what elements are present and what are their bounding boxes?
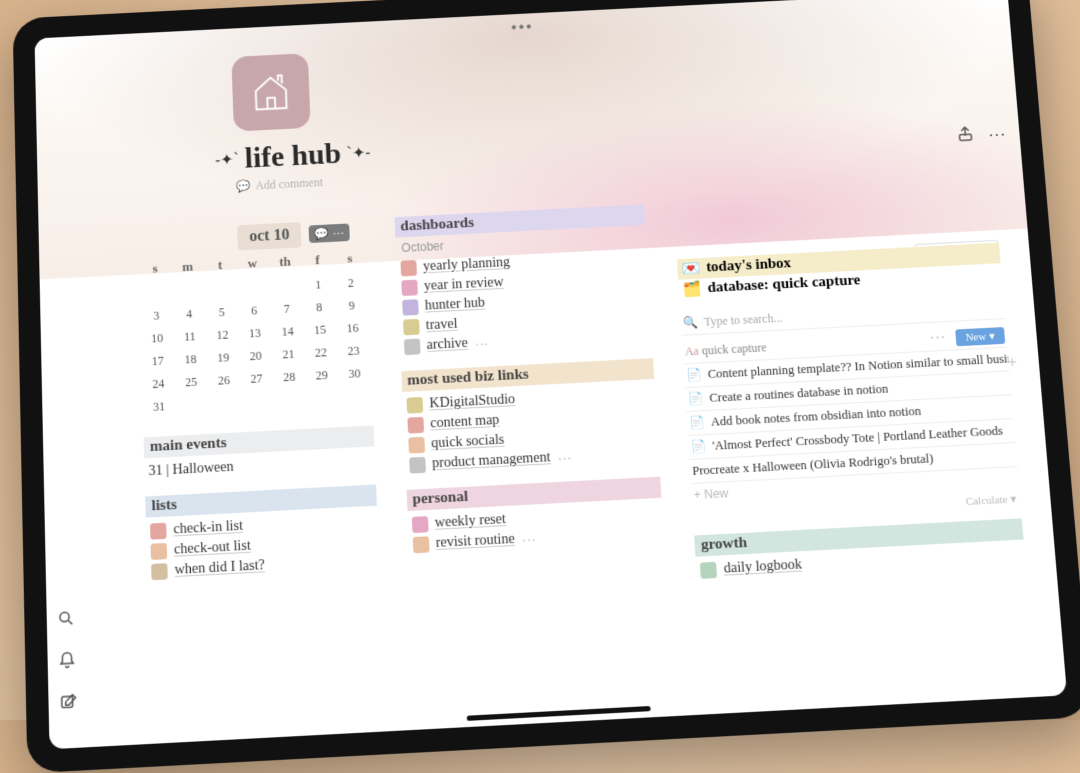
screen: ••• ··· Change cover -✦` life hub `✦- 💬 … [35, 0, 1068, 749]
page-icon: 📄 [689, 415, 706, 431]
page-icon-mini [400, 260, 417, 276]
add-column-icon[interactable]: + [1007, 354, 1018, 372]
section-lists: lists check-in list check-out list when … [145, 484, 379, 582]
sparkle-icon: -✦` [215, 150, 239, 170]
calendar: oct 10 💬 ··· s m t w th f s 12 3456789 1 [138, 219, 372, 420]
content-columns: oct 10 💬 ··· s m t w th f s 12 3456789 1 [138, 186, 1037, 743]
page-icon-mini [700, 562, 717, 579]
section-dashboards: dashboards October yearly planning year … [394, 204, 652, 357]
page-icon-mini [151, 563, 168, 580]
page-icon-mini [403, 319, 420, 336]
page-icon-mini [411, 516, 428, 533]
page-icon-mini [406, 397, 423, 414]
page-icon: 📄 [687, 391, 704, 407]
page-icon-mini [150, 523, 167, 540]
house-icon [248, 69, 295, 115]
compose-icon[interactable] [59, 693, 78, 718]
search-icon: 🔍 [683, 315, 699, 331]
page-icon-mini [403, 339, 420, 356]
page-icon-mini [412, 536, 429, 553]
sidebar-strip [57, 609, 78, 718]
search-icon[interactable] [57, 609, 76, 633]
database-icon: 🗂️ [682, 280, 702, 300]
heart-icon: 💌 [681, 259, 701, 279]
db-more-icon[interactable]: ··· [929, 329, 946, 348]
ipad-menu-dots[interactable]: ••• [511, 19, 534, 37]
page-icon[interactable] [231, 53, 310, 131]
calendar-month-badge: oct 10 [237, 222, 302, 251]
block-menu-icon[interactable]: ··· [521, 530, 542, 547]
column-middle: dashboards October yearly planning year … [394, 204, 675, 729]
new-button[interactable]: New ▾ [955, 327, 1006, 346]
page-icon-mini [151, 543, 168, 560]
section-main-events: main events 31 | Halloween [144, 425, 375, 482]
page-icon-mini [402, 299, 419, 316]
more-icon[interactable]: ··· [987, 124, 1006, 145]
notifications-icon[interactable] [58, 651, 77, 676]
page-icon: 📄 [690, 439, 707, 455]
page-icon-mini [409, 457, 426, 474]
block-menu-icon[interactable]: ··· [474, 335, 495, 352]
column-right: 💌 today's inbox 🗂️ database: quick captu… [674, 186, 1037, 714]
sparkle-icon: `✦- [346, 143, 371, 163]
comment-icon: 💬 [235, 179, 250, 194]
page-title[interactable]: life hub [244, 138, 341, 176]
column-left: oct 10 💬 ··· s m t w th f s 12 3456789 1 [138, 219, 386, 744]
block-menu-icon[interactable]: ··· [557, 449, 578, 466]
db-view-tab[interactable]: Aa quick capture [684, 340, 767, 359]
block-handle[interactable]: 💬 ··· [309, 223, 350, 243]
page-icon-mini [408, 437, 425, 454]
page-icon-mini [407, 417, 424, 434]
page-icon-mini [401, 280, 418, 296]
section-personal: personal weekly reset revisit routine··· [406, 477, 664, 556]
section-biz: most used biz links KDigitalStudio conte… [401, 358, 660, 476]
share-icon[interactable] [956, 125, 975, 148]
top-toolbar: ··· [956, 123, 1007, 148]
tablet-frame: ••• ··· Change cover -✦` life hub `✦- 💬 … [13, 0, 1080, 773]
page-icon: 📄 [686, 367, 702, 383]
section-growth: growth daily logbook [694, 518, 1025, 581]
